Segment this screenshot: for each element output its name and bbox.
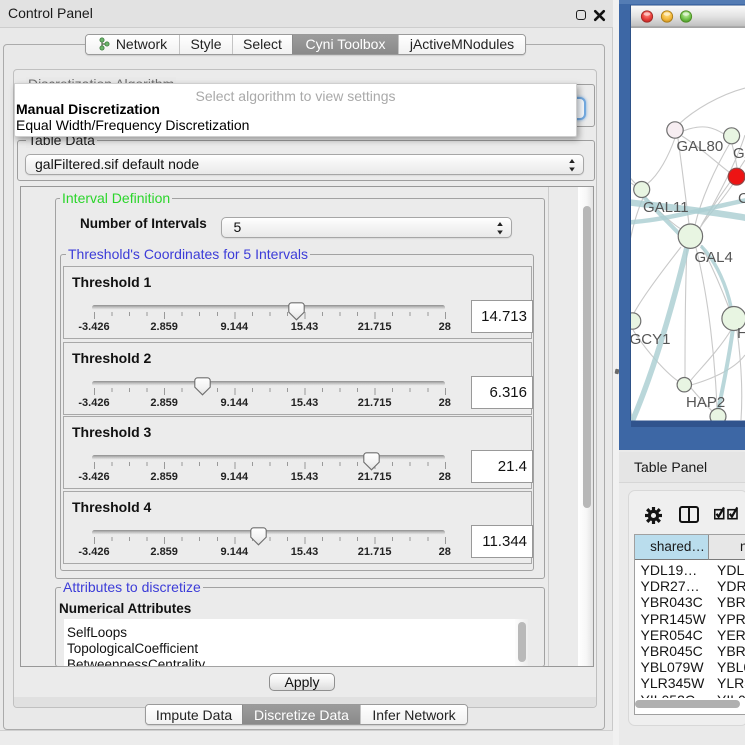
svg-text:GAL11: GAL11 — [643, 199, 689, 216]
svg-text:GCY1: GCY1 — [630, 331, 671, 348]
svg-text:H: H — [737, 325, 745, 342]
svg-text:GAL4: GAL4 — [695, 249, 733, 266]
svg-text:HAP2: HAP2 — [686, 394, 725, 411]
svg-text:GA: GA — [733, 145, 745, 162]
svg-text:C: C — [738, 190, 745, 207]
svg-text:GAL80: GAL80 — [677, 138, 724, 155]
